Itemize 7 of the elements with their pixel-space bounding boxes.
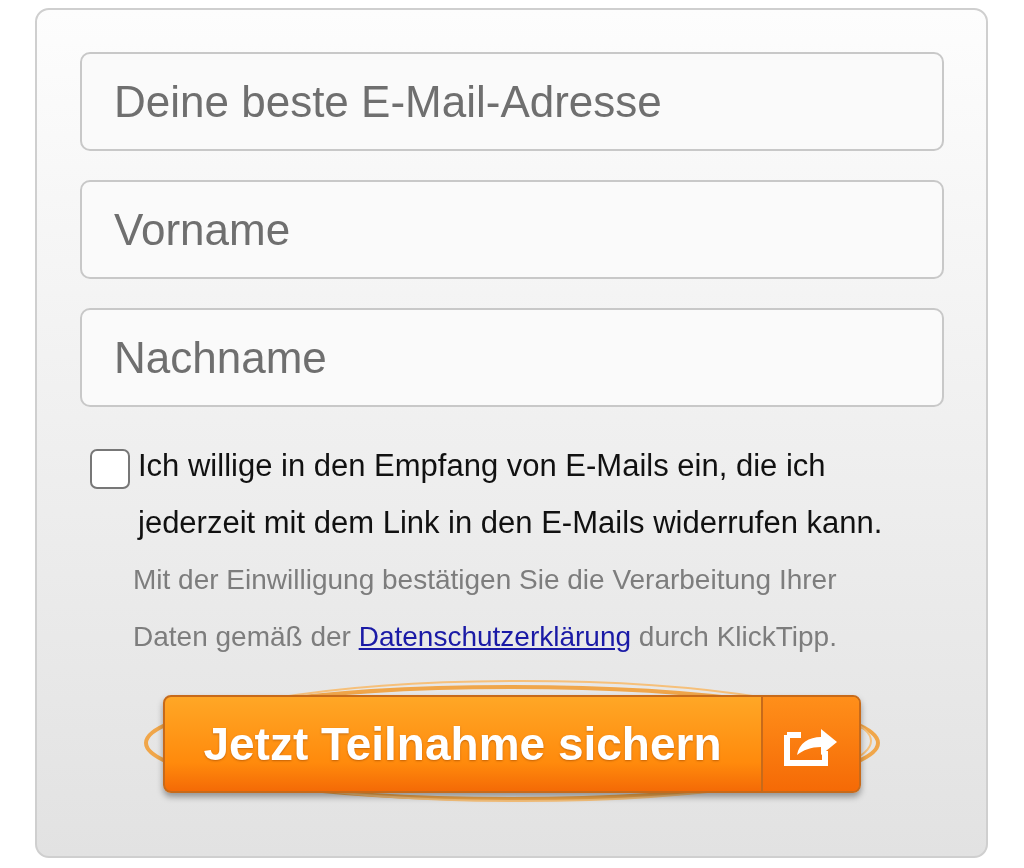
consent-text: Ich willige in den Empfang von E-Mails ein, die ich jederzeit mit dem Link in den E-Mails widerrufen kann. (138, 447, 884, 542)
input-field[interactable]: Nachname (80, 308, 944, 407)
privacy-notice: Mit der Einwilligung bestätigen Sie die Verarbeitung Ihrer Daten gemäß der Datenschutzerklärung durch KlickTipp. (133, 563, 838, 654)
input-field[interactable]: Vorname (80, 180, 944, 279)
privacy-link[interactable]: Datenschutzerklärung (358, 621, 632, 652)
input-field[interactable]: Deine beste E-Mail-Adresse (80, 52, 944, 151)
checkbox[interactable] (90, 449, 130, 489)
